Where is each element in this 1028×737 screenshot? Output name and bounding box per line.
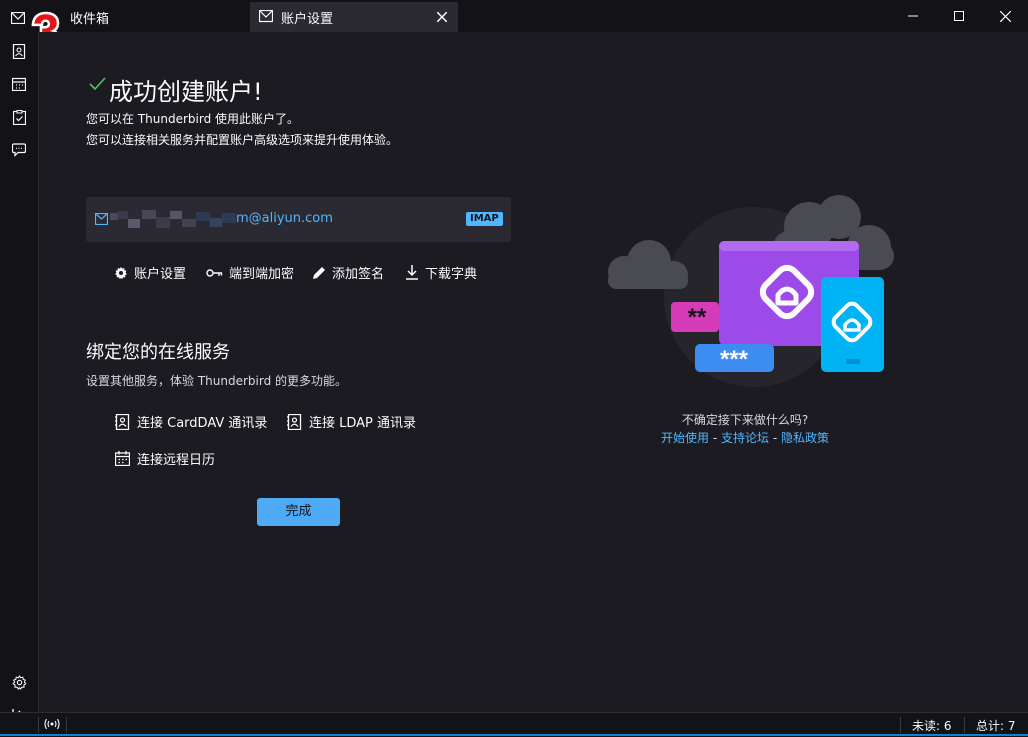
services-title: 绑定您的在线服务 xyxy=(86,342,230,363)
password-field-2: *** xyxy=(720,346,749,373)
help-separator: - xyxy=(772,431,778,445)
download-icon xyxy=(406,265,418,280)
protocol-badge: IMAP xyxy=(466,212,503,226)
gear-icon xyxy=(12,674,26,690)
done-button[interactable]: 完成 xyxy=(257,498,340,526)
minimize-button[interactable] xyxy=(890,0,936,32)
download-dictionary-action-label: 下载字典 xyxy=(425,267,478,282)
password-field-1: ** xyxy=(688,304,707,331)
settings-space-button[interactable] xyxy=(8,671,30,693)
address-book-icon xyxy=(287,413,302,430)
gear-icon xyxy=(115,266,127,279)
account-setup-content: 成功创建账户! 您可以在 Thunderbird 使用此账户了。 您可以连接相关… xyxy=(39,32,1028,712)
status-divider xyxy=(38,717,39,733)
tab-inbox-label: 收件箱 xyxy=(70,12,110,27)
connect-carddav-button[interactable]: 连接 CardDAV 通讯录 xyxy=(115,412,267,431)
connect-ldap-button[interactable]: 连接 LDAP 通讯录 xyxy=(287,412,416,431)
tab-account-settings-label: 账户设置 xyxy=(281,12,334,27)
help-question: 不确定接下来做什么吗? xyxy=(681,413,809,427)
total-count: 总计: 7 xyxy=(976,717,1016,734)
support-forum-link[interactable]: 支持论坛 xyxy=(721,431,769,445)
account-mail-icon xyxy=(95,213,108,225)
key-icon xyxy=(206,268,223,277)
tasks-space-button[interactable] xyxy=(8,106,30,128)
chat-space-button[interactable] xyxy=(8,139,30,161)
title-bar: 收件箱 账户设置 xyxy=(0,0,1028,32)
calendar-icon xyxy=(12,77,26,91)
success-title: 成功创建账户! xyxy=(109,78,263,106)
account-illustration: ** *** xyxy=(608,195,894,387)
success-line-2: 您可以连接相关服务并配置账户高级选项来提升使用体验。 xyxy=(86,133,399,147)
spaces-toolbar xyxy=(0,32,39,721)
total-value: 7 xyxy=(1007,719,1016,733)
connect-remote-calendar-label: 连接远程日历 xyxy=(137,453,216,468)
account-settings-action[interactable]: 账户设置 xyxy=(114,263,186,282)
help-links: 开始使用 - 支持论坛 - 隐私政策 xyxy=(622,429,868,446)
pen-icon xyxy=(313,266,325,279)
privacy-policy-link[interactable]: 隐私政策 xyxy=(781,431,829,445)
success-line-1: 您可以在 Thunderbird 使用此账户了。 xyxy=(86,112,300,126)
minimize-icon xyxy=(908,15,918,17)
maximize-icon xyxy=(954,11,964,21)
account-email: m@aliyun.com xyxy=(236,211,333,226)
online-status-icon[interactable] xyxy=(44,717,60,731)
mail-icon xyxy=(259,10,273,23)
unread-value: 6 xyxy=(943,719,952,733)
redacted-email-pixelation xyxy=(110,209,236,231)
total-label: 总计: xyxy=(976,719,1005,733)
connect-remote-calendar-button[interactable]: 连接远程日历 xyxy=(115,449,215,468)
status-divider xyxy=(66,717,67,733)
unread-label: 未读: xyxy=(912,719,941,733)
address-book-icon xyxy=(115,413,130,430)
status-divider xyxy=(900,717,901,733)
unread-count: 未读: 6 xyxy=(912,717,952,734)
add-signature-action-label: 添加签名 xyxy=(332,267,385,282)
connect-carddav-label: 连接 CardDAV 通讯录 xyxy=(137,416,268,431)
e2e-encryption-action-label: 端到端加密 xyxy=(229,267,295,282)
address-book-space-button[interactable] xyxy=(8,40,30,62)
add-signature-action[interactable]: 添加签名 xyxy=(312,263,384,282)
tasks-icon xyxy=(12,109,26,125)
tab-account-settings[interactable]: 账户设置 xyxy=(250,2,458,32)
account-summary-box: m@aliyun.com IMAP xyxy=(86,197,511,242)
window-close-button[interactable] xyxy=(982,0,1028,32)
help-separator: - xyxy=(712,431,718,445)
download-dictionary-action[interactable]: 下载字典 xyxy=(405,263,477,282)
account-settings-action-label: 账户设置 xyxy=(134,267,187,282)
chat-icon xyxy=(12,143,26,157)
calendar-icon xyxy=(115,451,130,466)
status-divider xyxy=(964,717,965,733)
checkmark-icon xyxy=(89,77,106,91)
getting-started-link[interactable]: 开始使用 xyxy=(661,431,709,445)
maximize-button[interactable] xyxy=(936,0,982,32)
address-book-icon xyxy=(12,43,26,59)
tab-inbox[interactable]: 收件箱 xyxy=(38,0,248,32)
e2e-encryption-action[interactable]: 端到端加密 xyxy=(206,263,294,282)
window-close-icon xyxy=(999,10,1011,22)
connect-ldap-label: 连接 LDAP 通讯录 xyxy=(309,416,417,431)
calendar-space-button[interactable] xyxy=(8,73,30,95)
mail-space-icon[interactable] xyxy=(11,12,25,24)
services-subtitle: 设置其他服务，体验 Thunderbird 的更多功能。 xyxy=(86,374,348,388)
close-icon[interactable] xyxy=(437,12,447,22)
